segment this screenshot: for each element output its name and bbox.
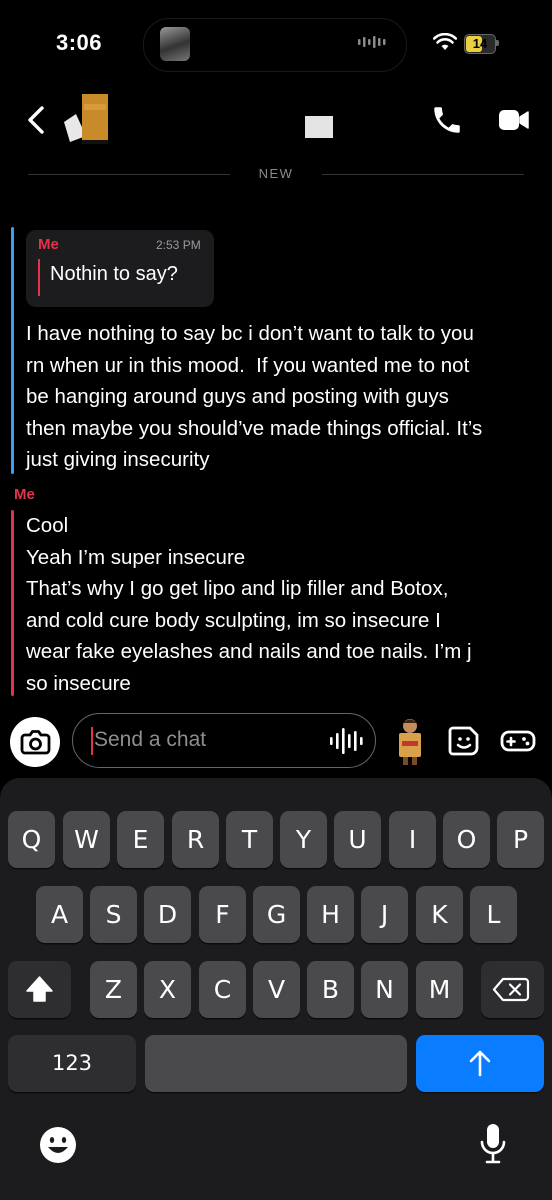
message-line: That’s why I go get lipo and lip filler … [26, 577, 449, 600]
quoted-bar [38, 259, 40, 296]
quoted-sender: Me [38, 236, 59, 253]
wifi-icon [433, 33, 457, 50]
key-s[interactable]: S [90, 886, 137, 943]
quoted-text: Nothin to say? [50, 263, 178, 285]
text-caret [91, 727, 93, 755]
message-line: then maybe you should’ve made things off… [26, 416, 483, 440]
video-camera-icon[interactable] [497, 106, 531, 134]
battery-indicator: 14 [464, 34, 496, 54]
key-t[interactable]: T [226, 811, 273, 868]
message-line: and cold cure body sculpting, im so inse… [26, 608, 441, 632]
key-f[interactable]: F [199, 886, 246, 943]
key-a[interactable]: A [36, 886, 83, 943]
key-n[interactable]: N [361, 961, 408, 1018]
key-r[interactable]: R [172, 811, 219, 868]
send-key[interactable] [416, 1035, 544, 1092]
quoted-time: 2:53 PM [156, 238, 201, 252]
friend-message-bar [11, 227, 14, 474]
bitmoji-icon[interactable] [392, 717, 428, 767]
message-line: wear fake eyelashes and nails and toe na… [26, 640, 472, 663]
emoji-icon[interactable] [38, 1125, 78, 1165]
backspace-icon [492, 977, 530, 1002]
chevron-left-icon[interactable] [24, 104, 48, 136]
numbers-key[interactable]: 123 [8, 1035, 136, 1092]
camera-button[interactable] [10, 717, 60, 767]
new-messages-divider: NEW [28, 163, 524, 185]
key-v[interactable]: V [253, 961, 300, 1018]
key-b[interactable]: B [307, 961, 354, 1018]
message-line: I have nothing to say bc i don’t want to… [26, 322, 474, 345]
me-message-bar [11, 510, 14, 696]
audio-wave-icon [358, 36, 386, 48]
battery-nub [496, 40, 499, 46]
key-z[interactable]: Z [90, 961, 137, 1018]
key-c[interactable]: C [199, 961, 246, 1018]
camera-icon [20, 730, 51, 755]
key-k[interactable]: K [416, 886, 463, 943]
key-m[interactable]: M [416, 961, 463, 1018]
key-u[interactable]: U [334, 811, 381, 868]
voice-wave-icon[interactable] [328, 726, 366, 756]
key-g[interactable]: G [253, 886, 300, 943]
message-line: rn when ur in this mood. If you wanted m… [26, 353, 470, 377]
key-d[interactable]: D [144, 886, 191, 943]
key-y[interactable]: Y [280, 811, 327, 868]
key-p[interactable]: P [497, 811, 544, 868]
me-message[interactable]: Cool Yeah I’m super insecure That’s why … [26, 510, 538, 699]
message-line: Cool [26, 514, 69, 537]
gamepad-icon[interactable] [500, 726, 536, 756]
key-x[interactable]: X [144, 961, 191, 1018]
key-w[interactable]: W [63, 811, 110, 868]
shift-arrow-icon [26, 976, 53, 1002]
key-o[interactable]: O [443, 811, 490, 868]
friend-avatar[interactable] [62, 92, 118, 148]
status-time: 3:06 [56, 30, 103, 55]
arrow-up-icon [469, 1050, 491, 1077]
key-e[interactable]: E [117, 811, 164, 868]
message-line: just giving insecurity [26, 448, 210, 471]
key-j[interactable]: J [361, 886, 408, 943]
friend-name[interactable] [305, 116, 333, 138]
phone-icon[interactable] [430, 103, 464, 137]
chat-placeholder: Send a chat [94, 728, 207, 751]
message-line: so insecure [26, 671, 131, 695]
message-line: Yeah I’m super insecure [26, 545, 246, 569]
sticker-icon[interactable] [447, 724, 481, 758]
key-q[interactable]: Q [8, 811, 55, 868]
microphone-icon[interactable] [478, 1122, 508, 1166]
friend-message[interactable]: I have nothing to say bc i don’t want to… [26, 318, 538, 476]
delete-key[interactable] [481, 961, 544, 1018]
me-sender-label: Me [14, 486, 35, 503]
now-playing-artwork [160, 27, 190, 61]
battery-percent: 14 [472, 36, 488, 51]
space-key[interactable] [145, 1035, 407, 1092]
message-line: be hanging around guys and posting with … [26, 385, 449, 408]
key-h[interactable]: H [307, 886, 354, 943]
shift-key[interactable] [8, 961, 71, 1018]
key-l[interactable]: L [470, 886, 517, 943]
key-i[interactable]: I [389, 811, 436, 868]
